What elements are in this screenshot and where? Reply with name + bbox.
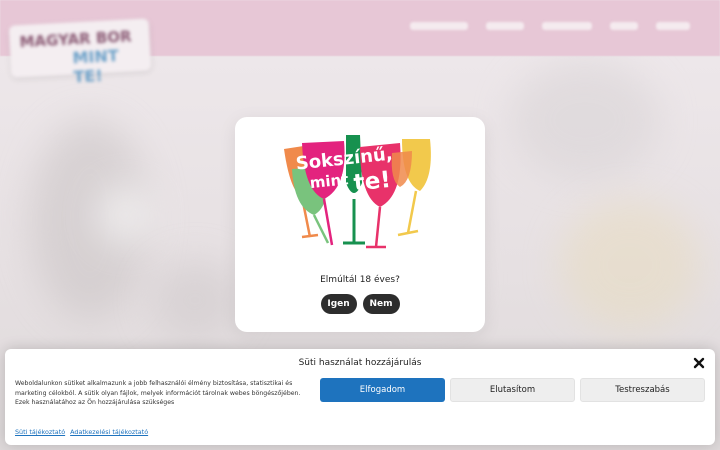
nav-item (610, 22, 638, 30)
background-blur (510, 60, 660, 180)
nav-item (410, 22, 468, 30)
age-question: Elmúltál 18 éves? (320, 275, 400, 285)
age-buttons: Igen Nem (235, 294, 485, 314)
close-icon[interactable] (693, 357, 705, 369)
customize-cookies-button[interactable]: Testreszabás (580, 378, 705, 402)
age-no-button[interactable]: Nem (362, 294, 400, 314)
background-blur (95, 185, 155, 245)
cookie-title: Süti használat hozzájárulás (298, 358, 422, 368)
site-nav (410, 22, 690, 30)
sokszinu-mint-te-logo: Sokszínű, mint te! (284, 135, 431, 249)
background-blur (560, 200, 700, 330)
svg-text:te!: te! (352, 167, 392, 197)
nav-item (542, 22, 592, 30)
nav-item (486, 22, 524, 30)
svg-text:mint: mint (309, 170, 349, 192)
cookie-links: Süti tájékoztató Adatkezelési tájékoztat… (15, 428, 148, 436)
cookie-description: Weboldalunkon sütiket alkalmazunk a jobb… (15, 380, 301, 407)
background-blur (150, 260, 240, 340)
age-gate-modal: Sokszínű, mint te! Elmúltál 18 éves? Ige… (235, 117, 485, 332)
privacy-policy-link[interactable]: Adatkezelési tájékoztató (70, 428, 148, 436)
site-logo: MAGYAR BOR MINT TE! (8, 18, 152, 86)
cookie-consent-banner: Süti használat hozzájárulás Weboldalunko… (5, 349, 715, 445)
nav-item (656, 22, 690, 30)
age-yes-button[interactable]: Igen (320, 294, 357, 314)
accept-cookies-button[interactable]: Elfogadom (320, 378, 445, 402)
cookie-policy-link[interactable]: Süti tájékoztató (15, 428, 65, 436)
deny-cookies-button[interactable]: Elutasítom (450, 378, 575, 402)
